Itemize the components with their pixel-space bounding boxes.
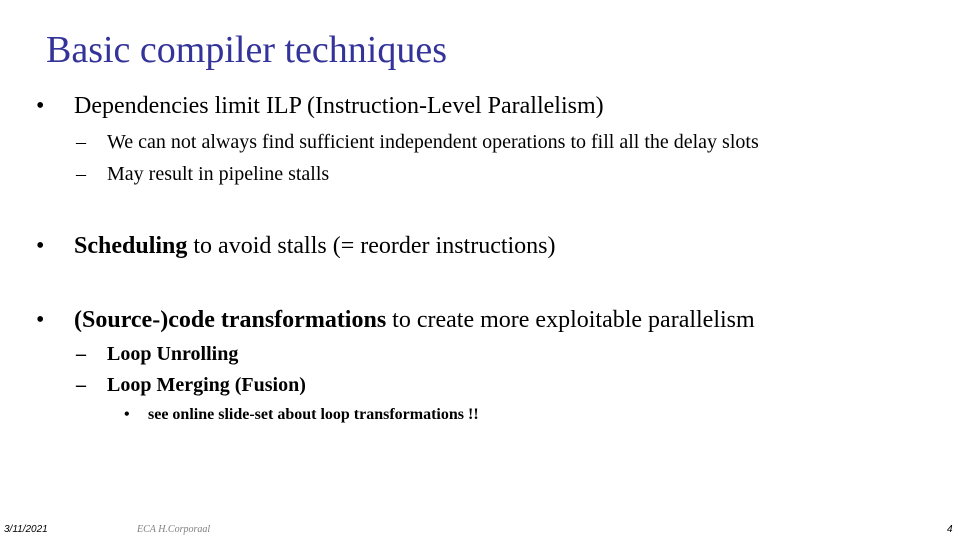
footer-date: 3/11/2021 [4,524,48,535]
subbullet-text: Loop Unrolling [107,343,239,365]
subbullet-text: We can not always find sufficient indepe… [107,131,759,153]
slide-title: Basic compiler techniques [46,29,447,71]
bullet-bold-text: Scheduling [74,233,188,259]
bullet-icon: • [36,233,45,259]
bullet-text: Dependencies limit ILP (Instruction-Leve… [74,93,604,119]
subsubbullet-text: see online slide-set about loop transfor… [148,406,479,423]
bullet-code-transformations: • (Source-)code transformations to create… [36,306,755,335]
subbullet-loop-merging: – Loop Merging (Fusion) [76,373,306,397]
bullet-dependencies: • Dependencies limit ILP (Instruction-Lev… [36,92,604,121]
subbullet-text: May result in pipeline stalls [107,163,330,185]
page-number: 4 [947,524,953,535]
subbullet-loop-unrolling: – Loop Unrolling [76,342,238,366]
bullet-bold-text: (Source-)code transformations [74,307,387,333]
bullet-text: to create more exploitable parallelism [386,307,755,333]
bullet-scheduling: • Scheduling to avoid stalls (= reorder i… [36,232,556,261]
dash-icon: – [76,374,86,396]
dash-icon: – [76,163,86,185]
bullet-icon: • [36,307,45,333]
subbullet-text: Loop Merging (Fusion) [107,374,306,396]
bullet-icon: • [36,93,45,119]
bullet-icon: • [124,406,130,423]
dash-icon: – [76,343,86,365]
footer-author: ECA H.Corporaal [137,524,211,535]
bullet-text: to avoid stalls (= reorder instructions) [187,233,556,259]
subsubbullet-online-slides: • see online slide-set about loop transfo… [124,405,479,424]
subbullet-pipeline-stalls: – May result in pipeline stalls [76,162,329,186]
subbullet-delay-slots: – We can not always find sufficient indep… [76,130,759,154]
dash-icon: – [76,131,86,153]
